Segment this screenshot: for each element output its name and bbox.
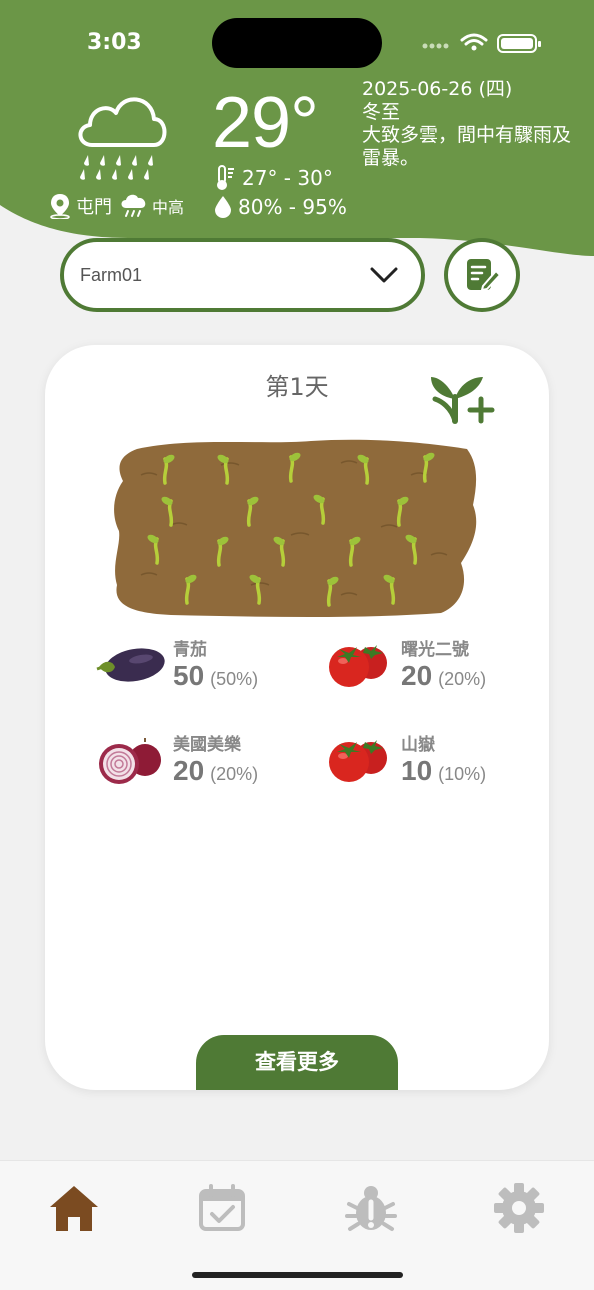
crop-count: 50 [173, 659, 205, 691]
gear-icon [494, 1183, 544, 1233]
crop-name: 美國美樂 [173, 734, 241, 755]
temperature-range-row: 27° - 30° [214, 165, 333, 191]
location-row: 屯門 中高 [48, 193, 184, 219]
rain-cloud-icon [78, 97, 167, 180]
crop-percent: (20%) [210, 763, 259, 784]
status-bar: 3:03 [0, 0, 594, 70]
date-info: 2025-06-26 (四) 冬至 大致多雲，間中有驟雨及雷暴。 [362, 78, 587, 170]
crop-name: 青茄 [173, 639, 207, 660]
add-plant-icon[interactable] [429, 363, 499, 425]
location-name: 屯門 [76, 197, 112, 218]
dynamic-island [212, 18, 382, 68]
view-more-button[interactable]: 查看更多 [196, 1035, 398, 1090]
water-drop-icon [215, 196, 231, 218]
wifi-icon [460, 33, 488, 46]
tomato-icon [329, 740, 387, 782]
crop-item[interactable]: 美國美樂 20 (20%) [95, 728, 258, 788]
tab-bar [0, 1160, 594, 1290]
onion-icon [99, 738, 161, 784]
thermometer-icon [217, 165, 234, 190]
bug-icon [345, 1186, 397, 1231]
battery-icon [497, 34, 541, 53]
crop-item[interactable]: 曙光二號 20 (20%) [323, 633, 486, 693]
tab-calendar[interactable] [195, 1181, 249, 1235]
field-illustration [114, 439, 477, 617]
crop-item[interactable]: 山嶽 10 (10%) [323, 728, 486, 788]
crop-percent: (20%) [438, 668, 487, 689]
crop-percent: (50%) [210, 668, 259, 689]
home-icon [50, 1186, 98, 1231]
chevron-down-icon [370, 267, 398, 283]
edit-note-icon [467, 259, 501, 292]
crop-percent: (10%) [438, 763, 487, 784]
status-time: 3:03 [87, 30, 142, 55]
forecast-text: 大致多雲，間中有驟雨及雷暴。 [362, 124, 572, 169]
farm-dropdown-value: Farm01 [80, 264, 143, 285]
tab-home[interactable] [47, 1181, 101, 1235]
location-pin-icon [50, 194, 70, 219]
humidity-range-row: 80% - 95% [214, 195, 347, 219]
crop-item[interactable]: 青茄 50 (50%) [95, 633, 258, 693]
crop-name: 山嶽 [401, 734, 435, 755]
solar-term: 冬至 [362, 101, 401, 123]
farm-summary-card: 第1天 青茄 50 (50%) 曙光二號 20 (20%) 美國美樂 20 (2… [45, 345, 549, 1090]
rain-risk: 中高 [152, 198, 185, 217]
rain-small-icon [121, 194, 146, 217]
crop-count: 20 [173, 754, 205, 786]
current-temperature: 29° [212, 83, 319, 163]
crop-count: 20 [401, 659, 433, 691]
farm-dropdown[interactable]: Farm01 [60, 238, 425, 312]
date-text: 2025-06-26 (四) [362, 78, 513, 100]
home-indicator [192, 1272, 403, 1278]
temperature-range: 27° - 30° [242, 166, 333, 190]
calendar-check-icon [199, 1184, 245, 1231]
edit-note-button[interactable] [444, 238, 520, 312]
crop-count: 10 [401, 754, 433, 786]
tomato-icon [329, 645, 387, 687]
tab-pest[interactable] [344, 1181, 398, 1235]
eggplant-icon [96, 648, 165, 682]
tab-settings[interactable] [492, 1181, 546, 1235]
crop-name: 曙光二號 [401, 639, 469, 660]
humidity-range: 80% - 95% [238, 195, 347, 219]
status-icons [422, 33, 541, 53]
